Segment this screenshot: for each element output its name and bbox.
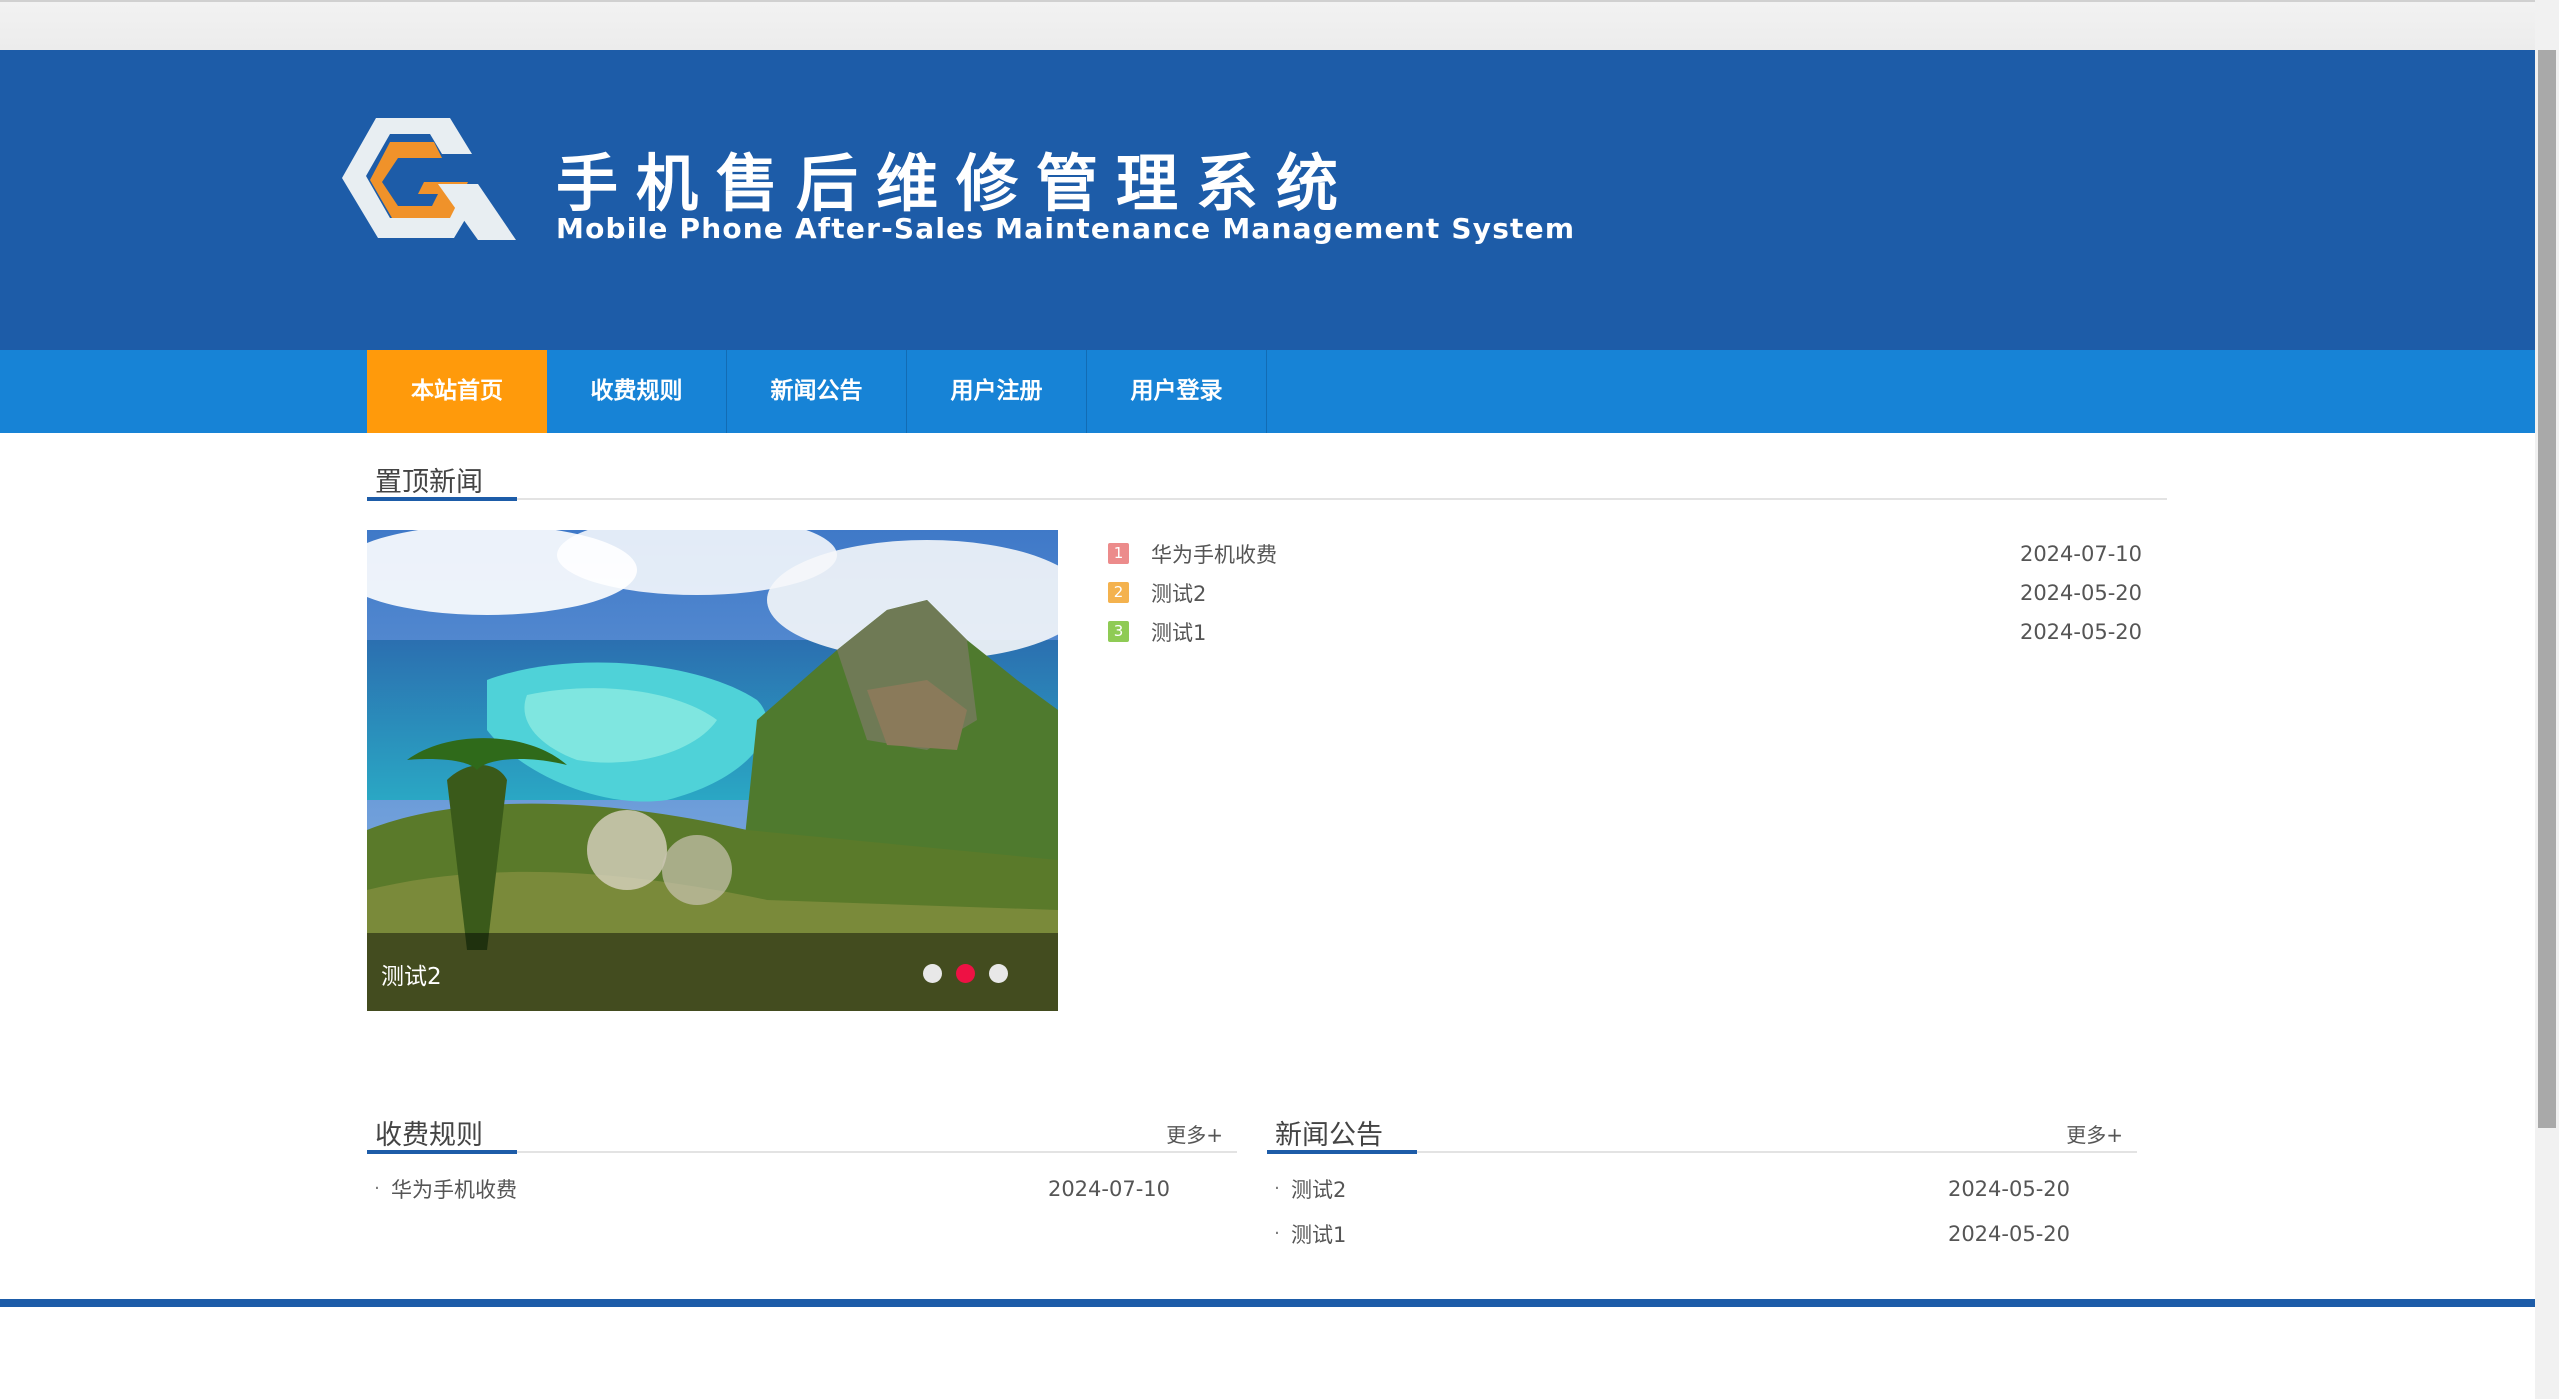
news-list: · 测试2 2024-05-20 · 测试1 2024-05-20 (1267, 1166, 2070, 1256)
slider-dot-3[interactable] (989, 964, 1008, 983)
bullet: · (374, 1178, 380, 1199)
slider-dot-1[interactable] (923, 964, 942, 983)
slide-caption[interactable]: 测试2 (381, 957, 442, 991)
news-header: 新闻公告 更多+ (1267, 1105, 2137, 1154)
rank-badge: 1 (1108, 543, 1129, 564)
nav-item-fee-rules[interactable]: 收费规则 (547, 350, 727, 433)
nav-item-news[interactable]: 新闻公告 (727, 350, 907, 433)
fee-rules-list: · 华为手机收费 2024-07-10 (367, 1166, 1170, 1211)
cg-logo-icon (342, 118, 516, 240)
list-date: 2024-05-20 (1947, 1221, 2070, 1246)
top-news-list: 1 华为手机收费 2024-07-10 2 测试2 2024-05-20 3 测… (1108, 534, 2142, 651)
list-date: 2024-05-20 (1947, 1176, 2070, 1201)
section-title: 置顶新闻 (375, 467, 483, 498)
nav-item-home[interactable]: 本站首页 (367, 350, 547, 433)
news-title-link[interactable]: 测试2 (1151, 578, 1206, 608)
list-title-link[interactable]: 华为手机收费 (391, 1174, 517, 1204)
site-header: 手机售后维修管理系统 Mobile Phone After-Sales Main… (0, 50, 2535, 350)
site-title: 手机售后维修管理系统 (556, 147, 1357, 220)
bullet: · (1274, 1223, 1280, 1244)
news-slider[interactable]: 测试2 (367, 530, 1058, 1011)
news-title-link[interactable]: 华为手机收费 (1151, 539, 1277, 569)
news-date: 2024-05-20 (2019, 580, 2142, 605)
list-date: 2024-07-10 (1047, 1176, 1170, 1201)
main-nav: 本站首页 收费规则 新闻公告 用户注册 用户登录 (0, 350, 2535, 433)
nav-item-register[interactable]: 用户注册 (907, 350, 1087, 433)
news-date: 2024-07-10 (2019, 541, 2142, 566)
rank-badge: 3 (1108, 621, 1129, 642)
more-link[interactable]: 更多+ (1166, 1119, 1223, 1148)
list-title-link[interactable]: 测试1 (1291, 1219, 1346, 1249)
news-date: 2024-05-20 (2019, 619, 2142, 644)
list-item: 3 测试1 2024-05-20 (1108, 612, 2142, 651)
list-item: · 测试1 2024-05-20 (1267, 1211, 2070, 1256)
section-title: 收费规则 (375, 1120, 483, 1151)
browser-top-bar (0, 0, 2535, 50)
bullet: · (1274, 1178, 1280, 1199)
list-item: 2 测试2 2024-05-20 (1108, 573, 2142, 612)
section-underline (367, 497, 517, 501)
scrollbar-thumb[interactable] (2538, 50, 2556, 1128)
list-item: · 测试2 2024-05-20 (1267, 1166, 2070, 1211)
section-title: 新闻公告 (1275, 1120, 1383, 1151)
nav-item-login[interactable]: 用户登录 (1087, 350, 1267, 433)
section-underline (367, 1150, 517, 1154)
slider-dot-2[interactable] (956, 964, 975, 983)
section-underline (1267, 1150, 1417, 1154)
footer-divider (0, 1299, 2535, 1307)
slider-dots (923, 964, 1008, 983)
rank-badge: 2 (1108, 582, 1129, 603)
list-item: 1 华为手机收费 2024-07-10 (1108, 534, 2142, 573)
fee-rules-header: 收费规则 更多+ (367, 1105, 1237, 1154)
news-title-link[interactable]: 测试1 (1151, 617, 1206, 647)
list-title-link[interactable]: 测试2 (1291, 1174, 1346, 1204)
page-scrollbar[interactable] (2535, 0, 2559, 1399)
site-subtitle: Mobile Phone After-Sales Maintenance Man… (556, 212, 1576, 245)
list-item: · 华为手机收费 2024-07-10 (367, 1166, 1170, 1211)
more-link[interactable]: 更多+ (2066, 1119, 2123, 1148)
top-news-header: 置顶新闻 (367, 452, 2167, 501)
